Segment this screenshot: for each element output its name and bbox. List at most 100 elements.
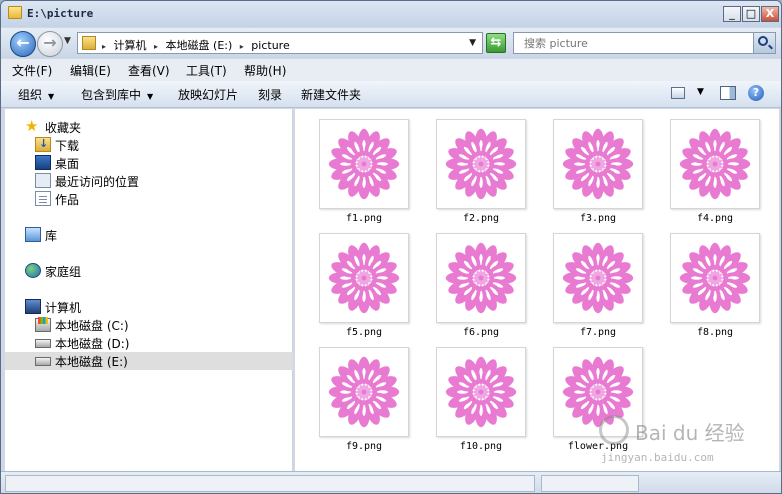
file-item[interactable]: f4.png bbox=[660, 117, 770, 229]
file-item[interactable]: f2.png bbox=[426, 117, 536, 229]
nav-drive-c[interactable]: 本地磁盘 (C:) bbox=[35, 316, 235, 334]
nav-libraries-label: 库 bbox=[45, 229, 58, 243]
search-input[interactable] bbox=[514, 33, 752, 53]
nav-works[interactable]: 作品 bbox=[35, 190, 235, 208]
nav-computer-label: 计算机 bbox=[45, 301, 82, 315]
file-item[interactable]: f10.png bbox=[426, 345, 536, 457]
change-view-icon[interactable] bbox=[671, 87, 685, 99]
paw-icon bbox=[599, 415, 629, 445]
flower-thumbnail bbox=[319, 119, 409, 209]
file-item[interactable]: f8.png bbox=[660, 231, 770, 343]
file-item[interactable]: f5.png bbox=[309, 231, 419, 343]
title-bar[interactable]: E:\picture _ □ X bbox=[1, 1, 781, 27]
menu-view[interactable]: 查看(V) bbox=[128, 62, 170, 79]
include-in-library-label: 包含到库中 bbox=[81, 88, 142, 102]
nav-recent-places[interactable]: 最近访问的位置 bbox=[35, 172, 235, 190]
explorer-window: E:\picture _ □ X ← → ▼ ▸ 计算机 ▸ 本地磁盘 (E:)… bbox=[0, 0, 782, 494]
refresh-button[interactable]: ⇆ bbox=[486, 33, 506, 53]
menu-file[interactable]: 文件(F) bbox=[12, 62, 52, 79]
menu-bar: 文件(F) 编辑(E) 查看(V) 工具(T) 帮助(H) bbox=[1, 59, 781, 81]
address-field[interactable]: ▸ 计算机 ▸ 本地磁盘 (E:) ▸ picture ▼ bbox=[77, 32, 483, 54]
flower-thumbnail bbox=[319, 233, 409, 323]
help-icon[interactable]: ? bbox=[748, 85, 764, 101]
star-icon: ★ bbox=[25, 117, 39, 135]
nav-drive-c-label: 本地磁盘 (C:) bbox=[55, 319, 129, 333]
nav-drive-e-selected[interactable]: 本地磁盘 (E:) bbox=[5, 352, 293, 370]
breadcrumb-chevron-icon[interactable]: ▸ bbox=[240, 42, 244, 51]
flower-thumbnail bbox=[670, 119, 760, 209]
nav-desktop[interactable]: 桌面 bbox=[35, 154, 235, 172]
nav-homegroup[interactable]: 家庭组 bbox=[25, 262, 225, 280]
flower-thumbnail bbox=[670, 233, 760, 323]
folder-icon bbox=[82, 36, 96, 50]
status-segment bbox=[541, 475, 639, 492]
minimize-button[interactable]: _ bbox=[723, 6, 741, 22]
back-button[interactable]: ← bbox=[10, 31, 36, 57]
nav-desktop-label: 桌面 bbox=[55, 157, 80, 171]
nav-homegroup-label: 家庭组 bbox=[45, 265, 82, 279]
search-icon bbox=[758, 36, 768, 46]
nav-drive-d[interactable]: 本地磁盘 (D:) bbox=[35, 334, 235, 352]
slideshow-button[interactable]: 放映幻灯片 bbox=[178, 86, 238, 103]
search-button[interactable] bbox=[753, 33, 775, 53]
nav-libraries[interactable]: 库 bbox=[25, 226, 225, 244]
flower-thumbnail bbox=[553, 119, 643, 209]
nav-favorites[interactable]: ★ 收藏夹 bbox=[25, 118, 225, 136]
file-name: f4.png bbox=[696, 213, 734, 224]
nav-recent-label: 最近访问的位置 bbox=[55, 175, 140, 189]
chevron-down-icon: ▼ bbox=[147, 92, 154, 101]
forward-button[interactable]: → bbox=[37, 31, 63, 57]
maximize-button[interactable]: □ bbox=[742, 6, 760, 22]
file-item[interactable]: f1.png bbox=[309, 117, 419, 229]
nav-works-label: 作品 bbox=[55, 193, 80, 207]
breadcrumb-computer[interactable]: 计算机 bbox=[114, 39, 147, 52]
file-item[interactable]: f7.png bbox=[543, 231, 653, 343]
menu-tools[interactable]: 工具(T) bbox=[186, 62, 227, 79]
command-bar: 组织 ▼ 包含到库中 ▼ 放映幻灯片 刻录 新建文件夹 ▼ ? bbox=[1, 81, 781, 108]
nav-favorites-label: 收藏夹 bbox=[45, 121, 82, 135]
file-item[interactable]: f3.png bbox=[543, 117, 653, 229]
nav-drive-e-label: 本地磁盘 (E:) bbox=[55, 355, 128, 369]
address-bar: ← → ▼ ▸ 计算机 ▸ 本地磁盘 (E:) ▸ picture ▼ ⇆ bbox=[1, 28, 781, 58]
file-item[interactable]: f9.png bbox=[309, 345, 419, 457]
menu-edit[interactable]: 编辑(E) bbox=[70, 62, 111, 79]
address-history-chevron-down-icon[interactable]: ▼ bbox=[469, 38, 476, 48]
library-icon bbox=[25, 227, 41, 242]
breadcrumb-drive-e[interactable]: 本地磁盘 (E:) bbox=[166, 39, 233, 52]
nav-computer[interactable]: 计算机 bbox=[25, 298, 225, 316]
new-folder-button[interactable]: 新建文件夹 bbox=[301, 86, 361, 103]
view-options-chevron-down-icon[interactable]: ▼ bbox=[697, 87, 704, 97]
breadcrumb-picture[interactable]: picture bbox=[251, 39, 289, 52]
file-name: f2.png bbox=[462, 213, 500, 224]
chevron-down-icon: ▼ bbox=[48, 92, 55, 101]
window-title: E:\picture bbox=[27, 7, 94, 20]
nav-downloads[interactable]: 下载 bbox=[35, 136, 235, 154]
preview-pane-icon[interactable] bbox=[720, 86, 736, 100]
watermark-logo: Bai du 经验 jingyan.baidu.com bbox=[599, 413, 749, 473]
homegroup-icon bbox=[25, 263, 41, 278]
burn-button[interactable]: 刻录 bbox=[258, 86, 282, 103]
organize-button[interactable]: 组织 ▼ bbox=[18, 86, 54, 103]
desktop-icon bbox=[35, 155, 51, 170]
file-name: f8.png bbox=[696, 327, 734, 338]
file-item[interactable]: f6.png bbox=[426, 231, 536, 343]
system-drive-icon bbox=[35, 317, 51, 332]
computer-icon bbox=[25, 299, 41, 314]
file-name: f5.png bbox=[345, 327, 383, 338]
navigation-pane: ★ 收藏夹 下载 桌面 最近访问的位置 作品 库 家庭组 计算机 bbox=[5, 109, 293, 471]
status-segment bbox=[5, 475, 535, 492]
breadcrumb-chevron-icon[interactable]: ▸ bbox=[102, 42, 106, 51]
file-name: f3.png bbox=[579, 213, 617, 224]
flower-thumbnail bbox=[436, 233, 526, 323]
status-bar bbox=[1, 471, 781, 493]
include-in-library-button[interactable]: 包含到库中 ▼ bbox=[81, 86, 153, 103]
search-box bbox=[513, 32, 776, 54]
recent-pages-chevron-down-icon[interactable]: ▼ bbox=[64, 36, 71, 46]
breadcrumb-chevron-icon[interactable]: ▸ bbox=[154, 42, 158, 51]
flower-thumbnail bbox=[553, 233, 643, 323]
drive-icon bbox=[35, 357, 51, 366]
menu-help[interactable]: 帮助(H) bbox=[244, 62, 286, 79]
nav-downloads-label: 下载 bbox=[55, 139, 80, 153]
document-icon bbox=[35, 191, 51, 206]
close-button[interactable]: X bbox=[761, 6, 779, 22]
